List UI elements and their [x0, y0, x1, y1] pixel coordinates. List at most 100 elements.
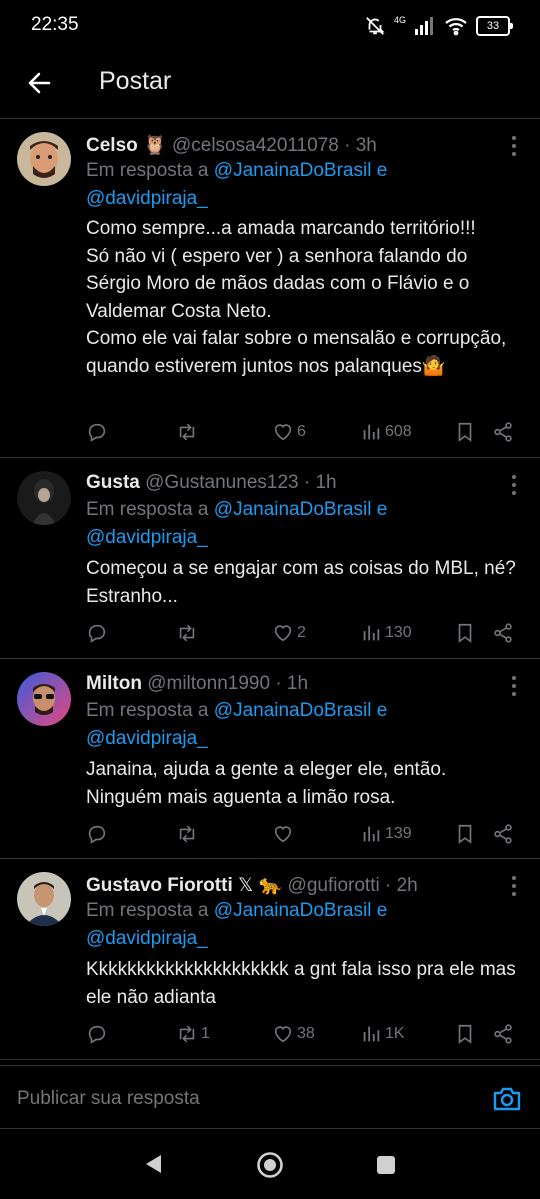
more-vertical-icon[interactable] — [510, 135, 518, 157]
retweet-button[interactable] — [176, 821, 201, 847]
views-button[interactable]: 608 — [360, 419, 412, 445]
reply-post[interactable]: Gusta @Gustanunes123 · 1h Em resposta a … — [0, 458, 540, 659]
like-button[interactable]: 6 — [272, 419, 306, 445]
reply-composer — [0, 1065, 540, 1129]
battery-indicator: 33 — [476, 16, 513, 36]
share-button[interactable] — [492, 821, 514, 847]
author-name[interactable]: Gustavo Fiorotti — [86, 875, 233, 896]
reply-icon — [88, 825, 106, 844]
views-button[interactable]: 139 — [360, 821, 412, 847]
reply-post[interactable]: Celso 🦉 @celsosa42011078 · 3h Em respost… — [0, 119, 540, 458]
retweet-button[interactable]: 1 — [176, 1021, 210, 1047]
action-bar: 139 — [86, 821, 520, 847]
mention-link[interactable]: @davidpiraja_ — [86, 728, 208, 749]
reply-button[interactable] — [86, 620, 108, 646]
author-name[interactable]: Gusta — [86, 472, 140, 493]
avatar[interactable] — [17, 872, 71, 926]
post-text: Como sempre...a amada marcando territóri… — [86, 218, 507, 377]
wifi-icon — [445, 18, 467, 36]
action-bar: 1 38 1K — [86, 1021, 520, 1047]
reply-conjunction: e — [376, 900, 388, 921]
avatar[interactable] — [17, 132, 71, 186]
nav-home-icon[interactable] — [256, 1151, 284, 1179]
share-button[interactable] — [492, 620, 514, 646]
signal-icon — [415, 17, 433, 35]
top-app-bar: Postar — [0, 52, 540, 119]
like-button[interactable]: 2 — [272, 620, 306, 646]
views-icon — [363, 625, 380, 641]
mention-link[interactable]: @JanainaDoBrasil — [214, 900, 372, 921]
mention-link[interactable]: @davidpiraja_ — [86, 527, 208, 548]
author-handle[interactable]: @celsosa42011078 — [172, 135, 339, 156]
post-time: 2h — [396, 875, 418, 896]
reply-button[interactable] — [86, 419, 108, 445]
post-meta: Milton @miltonn1990 · 1h — [86, 673, 309, 694]
mention-link[interactable]: @JanainaDoBrasil — [214, 700, 372, 721]
like-button[interactable] — [272, 821, 297, 847]
reply-post[interactable]: Milton @miltonn1990 · 1h Em resposta a @… — [0, 659, 540, 859]
system-nav-bar — [0, 1130, 540, 1199]
author-handle[interactable]: @miltonn1990 — [147, 673, 270, 694]
reply-icon — [88, 423, 106, 442]
mention-link[interactable]: @JanainaDoBrasil — [214, 499, 372, 520]
back-arrow-icon[interactable] — [25, 68, 55, 98]
like-count: 38 — [297, 1025, 315, 1042]
share-button[interactable] — [492, 419, 514, 445]
views-icon — [363, 1026, 380, 1042]
bookmark-button[interactable] — [454, 1021, 476, 1047]
heart-icon — [274, 1026, 292, 1043]
author-handle[interactable]: @gufiorotti — [288, 875, 380, 896]
reply-button[interactable] — [86, 1021, 108, 1047]
views-count: 139 — [385, 825, 412, 842]
share-icon — [494, 623, 512, 643]
network-type: 4G — [393, 15, 406, 25]
action-bar: 6 608 — [86, 419, 520, 445]
camera-icon[interactable] — [492, 1085, 522, 1113]
nav-back-icon[interactable] — [143, 1153, 163, 1175]
heart-icon — [274, 625, 292, 642]
mention-link[interactable]: @davidpiraja_ — [86, 928, 208, 949]
action-bar: 2 130 — [86, 620, 520, 646]
reply-button[interactable] — [86, 821, 108, 847]
reply-input[interactable] — [17, 1088, 457, 1110]
retweet-button[interactable] — [176, 419, 201, 445]
retweet-button[interactable] — [176, 620, 201, 646]
reply-post[interactable]: Gustavo Fiorotti 𝕏 🐆 @gufiorotti · 2h Em… — [0, 859, 540, 1060]
more-vertical-icon[interactable] — [510, 675, 518, 697]
views-button[interactable]: 1K — [360, 1021, 405, 1047]
replying-to: Em resposta a @JanainaDoBrasil e @davidp… — [86, 496, 520, 552]
author-handle[interactable]: @Gustanunes123 — [145, 472, 298, 493]
bookmark-icon — [458, 824, 472, 844]
heart-icon — [274, 826, 292, 843]
share-button[interactable] — [492, 1021, 514, 1047]
avatar[interactable] — [17, 672, 71, 726]
more-vertical-icon[interactable] — [510, 474, 518, 496]
retweet-count: 1 — [201, 1025, 210, 1042]
bookmark-button[interactable] — [454, 419, 476, 445]
retweet-icon — [179, 423, 195, 441]
mention-link[interactable]: @JanainaDoBrasil — [214, 160, 372, 181]
views-button[interactable]: 130 — [360, 620, 412, 646]
bookmark-button[interactable] — [454, 821, 476, 847]
like-count: 2 — [297, 624, 306, 641]
author-name[interactable]: Celso — [86, 135, 138, 156]
status-icons: 4G 33 — [364, 14, 513, 38]
retweet-icon — [179, 825, 195, 843]
heart-icon — [274, 424, 292, 441]
post-meta: Celso 🦉 @celsosa42011078 · 3h — [86, 135, 377, 156]
author-name[interactable]: Milton — [86, 673, 142, 694]
post-time: 3h — [355, 135, 377, 156]
share-icon — [494, 422, 512, 442]
like-count: 6 — [297, 423, 306, 440]
nav-recents-icon[interactable] — [376, 1155, 396, 1175]
bookmark-button[interactable] — [454, 620, 476, 646]
author-emoji: 🦉 — [143, 135, 167, 156]
avatar[interactable] — [17, 471, 71, 525]
reply-icon — [88, 624, 106, 643]
author-emoji: 𝕏 🐆 — [238, 875, 283, 896]
reply-conjunction: e — [376, 700, 388, 721]
like-button[interactable]: 38 — [272, 1021, 315, 1047]
more-vertical-icon[interactable] — [510, 875, 518, 897]
share-icon — [494, 824, 512, 844]
mention-link[interactable]: @davidpiraja_ — [86, 188, 208, 209]
